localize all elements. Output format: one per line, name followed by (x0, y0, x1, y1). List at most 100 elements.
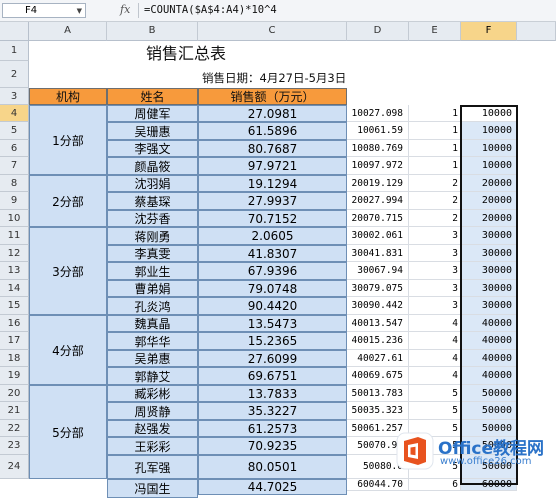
amount-cell[interactable]: 70.9235 (198, 437, 347, 455)
helper-d-cell[interactable]: 20027.994 (347, 192, 409, 210)
amount-cell[interactable]: 80.0501 (198, 455, 347, 479)
department-cell[interactable]: 3分部 (29, 227, 107, 315)
active-cell[interactable]: 10000 (461, 105, 517, 122)
amount-cell[interactable]: 61.5896 (198, 122, 347, 140)
header-name[interactable]: 姓名 (107, 88, 198, 105)
helper-e-cell[interactable]: 3 (409, 227, 461, 245)
name-cell[interactable]: 臧彩彬 (107, 385, 198, 402)
helper-e-cell[interactable]: 4 (409, 315, 461, 332)
amount-cell[interactable]: 2.0605 (198, 227, 347, 245)
row-header[interactable]: 16 (0, 315, 29, 332)
helper-e-cell[interactable]: 2 (409, 175, 461, 192)
helper-f-cell[interactable]: 10000 (461, 157, 517, 175)
helper-d-cell[interactable]: 30002.061 (347, 227, 409, 245)
name-cell[interactable]: 冯国生 (107, 479, 198, 498)
amount-cell[interactable]: 79.0748 (198, 280, 347, 297)
amount-cell[interactable]: 90.4420 (198, 297, 347, 315)
helper-f-cell[interactable]: 30000 (461, 297, 517, 315)
helper-f-cell[interactable]: 30000 (461, 227, 517, 245)
helper-e-cell[interactable]: 5 (409, 402, 461, 420)
helper-d-cell[interactable]: 40013.547 (347, 315, 409, 332)
helper-e-cell[interactable]: 4 (409, 367, 461, 385)
amount-cell[interactable]: 19.1294 (198, 175, 347, 192)
row-header[interactable]: 4 (0, 105, 29, 122)
row-header[interactable]: 23 (0, 437, 29, 455)
column-header-b[interactable]: B (107, 22, 198, 41)
row-header[interactable]: 13 (0, 262, 29, 280)
column-header-f[interactable]: F (461, 22, 517, 41)
name-cell[interactable]: 魏真晶 (107, 315, 198, 332)
helper-d-cell[interactable]: 40015.236 (347, 332, 409, 350)
helper-e-cell[interactable]: 3 (409, 245, 461, 262)
name-cell[interactable]: 曹弟娟 (107, 280, 198, 297)
insert-function-icon[interactable]: fx (120, 3, 130, 16)
helper-e-cell[interactable]: 3 (409, 297, 461, 315)
amount-cell[interactable]: 15.2365 (198, 332, 347, 350)
helper-f-cell[interactable]: 30000 (461, 280, 517, 297)
department-cell[interactable]: 5分部 (29, 385, 107, 479)
row-header[interactable]: 10 (0, 210, 29, 227)
name-cell[interactable]: 吴弟惠 (107, 350, 198, 367)
row-header[interactable]: 12 (0, 245, 29, 262)
header-dept[interactable]: 机构 (29, 88, 107, 105)
column-header-c[interactable]: C (198, 22, 347, 41)
amount-cell[interactable]: 13.7833 (198, 385, 347, 402)
name-cell[interactable]: 郭华华 (107, 332, 198, 350)
row-header[interactable]: 9 (0, 192, 29, 210)
helper-f-cell[interactable]: 20000 (461, 210, 517, 227)
name-cell[interactable]: 郭业生 (107, 262, 198, 280)
row-header[interactable]: 2 (0, 61, 29, 88)
row-header[interactable]: 7 (0, 157, 29, 175)
helper-f-cell[interactable]: 30000 (461, 245, 517, 262)
name-cell[interactable]: 蒋刚勇 (107, 227, 198, 245)
helper-e-cell[interactable]: 2 (409, 192, 461, 210)
formula-input[interactable]: =COUNTA($A$4:A4)*10^4 (144, 3, 277, 18)
department-cell[interactable]: 2分部 (29, 175, 107, 227)
amount-cell[interactable]: 67.9396 (198, 262, 347, 280)
amount-cell[interactable]: 27.6099 (198, 350, 347, 367)
chevron-down-icon[interactable]: ▼ (77, 5, 82, 18)
helper-f-cell[interactable]: 60000 (461, 479, 517, 491)
name-cell[interactable]: 沈芬香 (107, 210, 198, 227)
helper-f-cell[interactable]: 50000 (461, 385, 517, 402)
helper-d-cell[interactable]: 40069.675 (347, 367, 409, 385)
helper-d-cell[interactable]: 10080.769 (347, 140, 409, 157)
row-header[interactable]: 3 (0, 88, 29, 105)
amount-cell[interactable]: 27.9937 (198, 192, 347, 210)
name-cell[interactable]: 李真雯 (107, 245, 198, 262)
amount-cell[interactable]: 13.5473 (198, 315, 347, 332)
row-header[interactable]: 11 (0, 227, 29, 245)
helper-e-cell[interactable]: 3 (409, 262, 461, 280)
name-cell[interactable]: 李强文 (107, 140, 198, 157)
name-cell[interactable]: 蔡基琛 (107, 192, 198, 210)
amount-cell[interactable]: 35.3227 (198, 402, 347, 420)
amount-cell[interactable]: 41.8307 (198, 245, 347, 262)
helper-e-cell[interactable]: 1 (409, 157, 461, 175)
helper-d-cell[interactable]: 20070.715 (347, 210, 409, 227)
helper-d-cell[interactable]: 10061.59 (347, 122, 409, 140)
row-header[interactable]: 15 (0, 297, 29, 315)
amount-cell[interactable]: 69.6751 (198, 367, 347, 385)
helper-d-cell[interactable]: 30041.831 (347, 245, 409, 262)
name-cell[interactable]: 吴珊惠 (107, 122, 198, 140)
row-header[interactable]: 19 (0, 367, 29, 385)
helper-f-cell[interactable]: 40000 (461, 350, 517, 367)
helper-d-cell[interactable]: 50035.323 (347, 402, 409, 420)
row-header[interactable]: 20 (0, 385, 29, 402)
amount-cell[interactable]: 97.9721 (198, 157, 347, 175)
column-header-d[interactable]: D (347, 22, 409, 41)
row-header[interactable]: 8 (0, 175, 29, 192)
amount-cell[interactable]: 61.2573 (198, 420, 347, 437)
helper-d-cell[interactable]: 10097.972 (347, 157, 409, 175)
column-header-a[interactable]: A (29, 22, 107, 41)
row-header[interactable]: 14 (0, 280, 29, 297)
helper-e-cell[interactable]: 6 (409, 479, 461, 491)
name-cell[interactable]: 沈羽娟 (107, 175, 198, 192)
row-header[interactable]: 21 (0, 402, 29, 420)
helper-e-cell[interactable]: 1 (409, 105, 461, 122)
name-cell[interactable]: 赵强发 (107, 420, 198, 437)
helper-f-cell[interactable]: 10000 (461, 122, 517, 140)
amount-cell[interactable]: 80.7687 (198, 140, 347, 157)
row-header[interactable]: 17 (0, 332, 29, 350)
helper-d-cell[interactable]: 30067.94 (347, 262, 409, 280)
